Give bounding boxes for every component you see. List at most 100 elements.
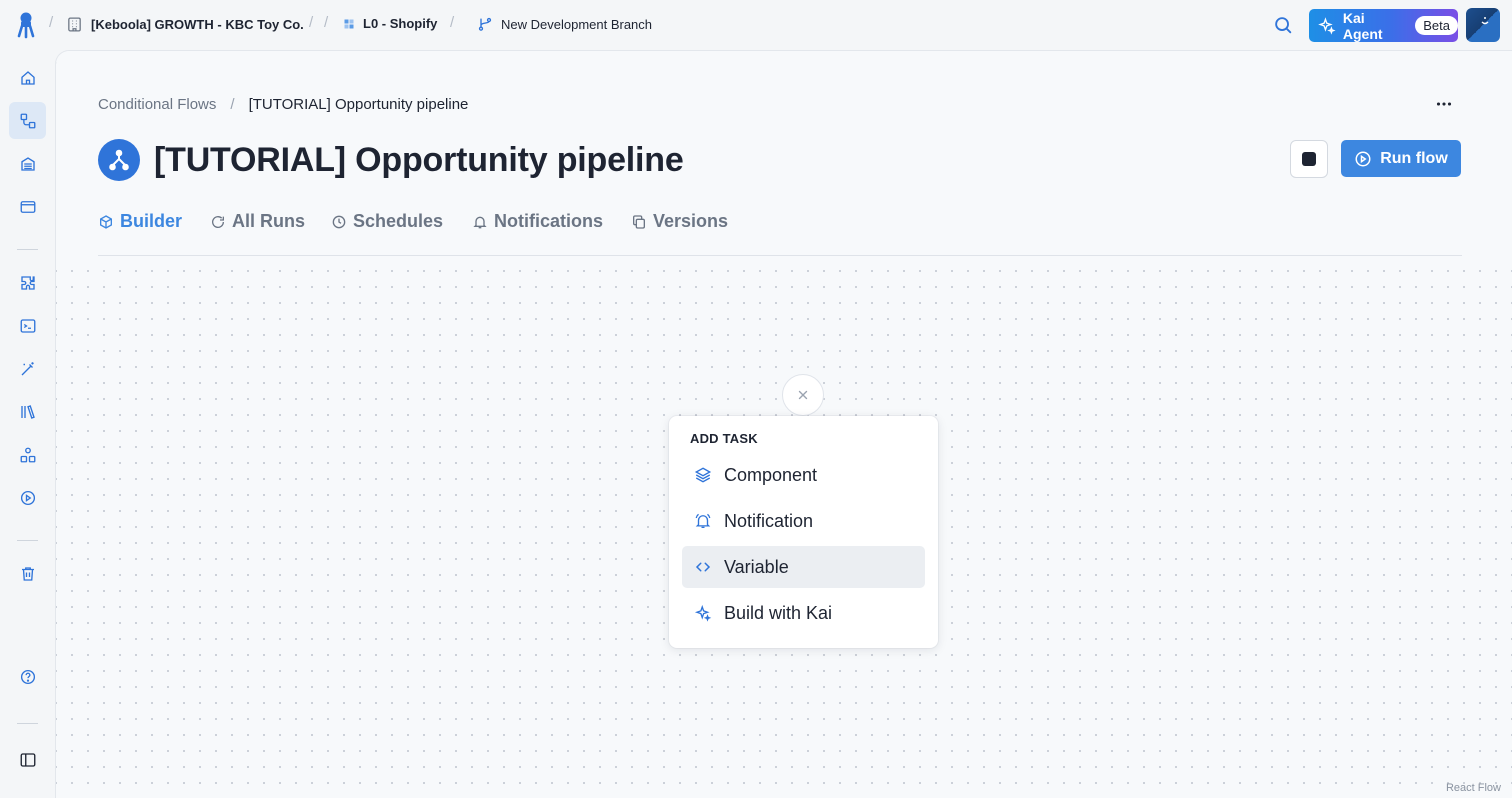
terminal-icon xyxy=(20,318,35,333)
code-icon xyxy=(695,562,711,572)
tab-label: Versions xyxy=(653,211,729,231)
nav-magic[interactable] xyxy=(9,350,46,387)
crumb-separator: / xyxy=(49,14,54,31)
add-notification-item[interactable]: Notification xyxy=(682,500,925,542)
branch-name: New Development Branch xyxy=(501,16,653,32)
build-with-kai-item[interactable]: Build with Kai xyxy=(682,592,925,634)
project-selector[interactable]: [Keboola] GROWTH - KBC Toy Co. xyxy=(66,16,304,33)
sparkle-icon xyxy=(694,604,712,622)
add-task-menu: ADD TASK Component Notification Variable… xyxy=(669,416,938,648)
clock-icon xyxy=(332,215,346,228)
main-panel: Conditional Flows / [TUTORIAL] Opportuni… xyxy=(55,50,1512,798)
flow-type-icon xyxy=(98,139,140,181)
tab-label: Notifications xyxy=(494,211,604,231)
sidebar-divider xyxy=(17,540,38,541)
nav-templates[interactable] xyxy=(9,436,46,473)
search-button[interactable] xyxy=(1272,14,1294,36)
more-options-button[interactable] xyxy=(1433,93,1455,115)
copy-icon xyxy=(633,214,645,229)
tab-notifications[interactable]: Notifications xyxy=(472,211,603,232)
beta-badge: Beta xyxy=(1415,16,1458,35)
nav-transformations[interactable] xyxy=(9,307,46,344)
close-icon xyxy=(798,390,808,400)
sidebar-divider xyxy=(17,249,38,250)
user-avatar[interactable] xyxy=(1466,8,1500,42)
top-bar: / [Keboola] GROWTH - KBC Toy Co. / / L0 … xyxy=(0,0,1512,50)
menu-item-label: Build with Kai xyxy=(724,602,833,623)
left-sidebar xyxy=(0,50,55,798)
kai-agent-button[interactable]: Kai Agent Beta xyxy=(1309,9,1458,42)
storage-icon xyxy=(20,156,35,171)
tab-label: All Runs xyxy=(232,211,306,231)
nav-flows[interactable] xyxy=(9,102,46,139)
tab-divider xyxy=(98,255,1462,256)
bell-ring-icon xyxy=(695,513,711,529)
nav-library[interactable] xyxy=(9,393,46,430)
data-apps-icon xyxy=(20,200,35,213)
run-flow-label: Run flow xyxy=(1380,149,1448,167)
branch-selector[interactable]: New Development Branch xyxy=(477,16,652,32)
crumb-separator: / xyxy=(309,14,314,31)
breadcrumb-conditional-flows[interactable]: Conditional Flows xyxy=(98,96,216,113)
git-branch-icon xyxy=(478,17,492,31)
kai-agent-label: Kai Agent xyxy=(1342,9,1383,42)
flows-icon xyxy=(20,113,35,128)
bell-icon xyxy=(473,216,487,228)
tab-all-runs[interactable]: All Runs xyxy=(210,211,305,232)
react-flow-attribution[interactable]: React Flow xyxy=(1446,782,1501,794)
nav-components[interactable] xyxy=(9,264,46,301)
breadcrumb: Conditional Flows / [TUTORIAL] Opportuni… xyxy=(98,96,468,113)
conditional-flow-icon xyxy=(109,149,129,171)
close-add-task-button[interactable] xyxy=(782,374,824,416)
config-name: L0 - Shopify xyxy=(363,16,438,31)
cube-icon xyxy=(100,214,112,229)
trash-icon xyxy=(21,566,34,581)
templates-icon xyxy=(20,447,35,462)
play-circle-icon xyxy=(1355,151,1371,166)
components-icon xyxy=(20,275,35,290)
stop-button[interactable] xyxy=(1290,140,1328,178)
flow-header: Conditional Flows / [TUTORIAL] Opportuni… xyxy=(56,51,1512,256)
tab-label: Builder xyxy=(120,211,183,231)
layers-icon xyxy=(694,467,712,483)
building-icon xyxy=(68,17,81,32)
more-horizontal-icon xyxy=(1436,102,1452,106)
sparkle-icon xyxy=(1318,16,1336,35)
run-flow-button[interactable]: Run flow xyxy=(1341,140,1461,177)
collapse-sidebar-icon xyxy=(20,752,35,767)
add-variable-item[interactable]: Variable xyxy=(682,546,925,588)
nav-home[interactable] xyxy=(9,59,46,96)
library-icon xyxy=(20,404,35,419)
stop-icon xyxy=(1302,152,1316,166)
tab-label: Schedules xyxy=(353,211,444,231)
jobs-icon xyxy=(20,490,35,505)
shopify-icon xyxy=(344,19,354,28)
nav-storage[interactable] xyxy=(9,145,46,182)
tab-schedules[interactable]: Schedules xyxy=(331,211,443,232)
nav-jobs[interactable] xyxy=(9,479,46,516)
nav-help[interactable] xyxy=(9,658,46,695)
menu-item-label: Variable xyxy=(724,556,789,577)
nav-data-apps[interactable] xyxy=(9,188,46,225)
breadcrumb-separator: / xyxy=(230,96,235,113)
nav-trash[interactable] xyxy=(9,555,46,592)
search-icon xyxy=(1275,17,1292,34)
breadcrumb-current: [TUTORIAL] Opportunity pipeline xyxy=(248,96,469,113)
crumb-separator: / xyxy=(324,14,329,31)
sidebar-divider xyxy=(17,723,38,724)
menu-item-label: Notification xyxy=(724,510,814,531)
tab-builder[interactable]: Builder xyxy=(98,211,182,232)
project-name: [Keboola] GROWTH - KBC Toy Co. xyxy=(91,17,304,32)
home-icon xyxy=(20,70,35,85)
menu-item-label: Component xyxy=(724,464,818,485)
magic-wand-icon xyxy=(21,361,34,375)
tab-versions[interactable]: Versions xyxy=(631,211,728,232)
crumb-separator: / xyxy=(450,14,455,31)
help-icon xyxy=(20,669,35,684)
config-selector[interactable]: L0 - Shopify xyxy=(343,16,437,31)
collapse-sidebar-button[interactable] xyxy=(9,741,46,778)
add-component-item[interactable]: Component xyxy=(682,454,925,496)
refresh-icon xyxy=(212,215,224,228)
keboola-logo-icon[interactable] xyxy=(14,11,38,39)
add-task-title: ADD TASK xyxy=(690,431,758,446)
